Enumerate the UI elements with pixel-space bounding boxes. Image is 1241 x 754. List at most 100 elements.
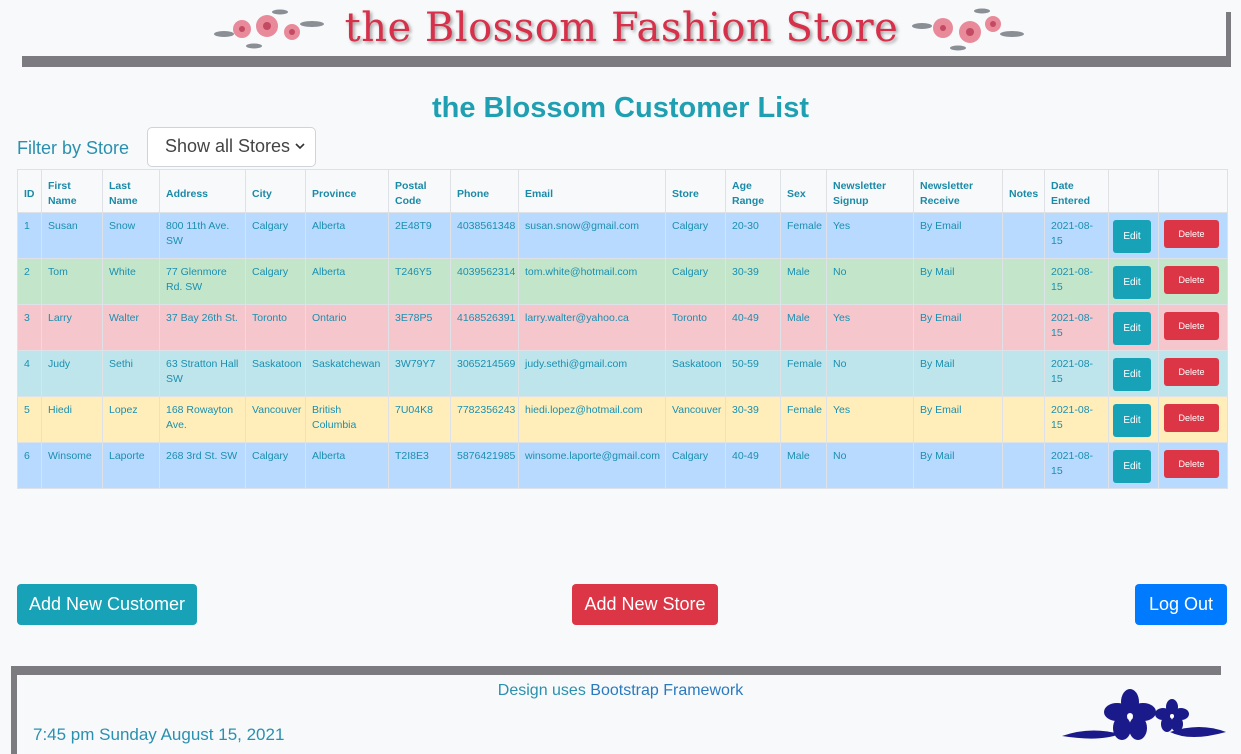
column-header: Date Entered [1044, 169, 1109, 213]
store-filter-value: Show all Stores [165, 136, 291, 156]
cell-receive: By Email [913, 304, 1003, 351]
cell-id: 5 [17, 396, 42, 443]
footer-shelf [11, 666, 1221, 675]
cell-id: 3 [17, 304, 42, 351]
cell-first: Susan [41, 212, 103, 259]
cell-notes [1002, 350, 1045, 397]
cell-phone: 4168526391 [450, 304, 519, 351]
cell-city: Calgary [245, 212, 306, 259]
cell-edit: Edit [1108, 212, 1159, 259]
cell-last: Sethi [102, 350, 160, 397]
edit-button[interactable]: Edit [1113, 358, 1151, 391]
hibiscus-logo-icon [1062, 689, 1226, 740]
column-header: Age Range [725, 169, 781, 213]
delete-button[interactable]: Delete [1164, 450, 1219, 478]
cell-id: 1 [17, 212, 42, 259]
cell-address: 268 3rd St. SW [159, 442, 246, 489]
column-header: Store [665, 169, 726, 213]
cell-delete: Delete [1158, 396, 1228, 443]
cell-last: Snow [102, 212, 160, 259]
edit-button[interactable]: Edit [1113, 312, 1151, 345]
delete-button[interactable]: Delete [1164, 404, 1219, 432]
table-row: 3 Larry Walter 37 Bay 26th St. Toronto Ontari… [17, 304, 1228, 351]
cell-id: 2 [17, 258, 42, 305]
cell-city: Calgary [245, 258, 306, 305]
column-header: Sex [780, 169, 827, 213]
cell-phone: 4038561348 [450, 212, 519, 259]
cell-email: hiedi.lopez@hotmail.com [518, 396, 666, 443]
cell-date: 2021-08-15 [1044, 442, 1109, 489]
cell-sex: Female [780, 396, 827, 443]
cell-store: Calgary [665, 212, 726, 259]
cell-last: Lopez [102, 396, 160, 443]
footer-post [11, 666, 17, 754]
column-header: Newsletter Receive [913, 169, 1003, 213]
cell-notes [1002, 304, 1045, 351]
cell-signup: Yes [826, 396, 914, 443]
column-header: Postal Code [388, 169, 451, 213]
cell-email: judy.sethi@gmail.com [518, 350, 666, 397]
column-header [1108, 169, 1159, 213]
delete-button[interactable]: Delete [1164, 358, 1219, 386]
cell-phone: 3065214569 [450, 350, 519, 397]
column-header [1158, 169, 1228, 213]
delete-button[interactable]: Delete [1164, 220, 1219, 248]
page-title: the Blossom Customer List [431, 92, 810, 124]
cell-store: Calgary [665, 442, 726, 489]
cell-province: Alberta [305, 258, 389, 305]
header-banner: the Blossom Fashion Store [22, 0, 1231, 68]
store-title: the Blossom Fashion Store [344, 5, 899, 51]
bootstrap-link[interactable]: Bootstrap Framework [590, 682, 743, 699]
cell-email: larry.walter@yahoo.ca [518, 304, 666, 351]
cell-receive: By Mail [913, 350, 1003, 397]
cell-province: Alberta [305, 212, 389, 259]
cell-age: 20-30 [725, 212, 781, 259]
cell-delete: Delete [1158, 212, 1228, 259]
cell-signup: Yes [826, 212, 914, 259]
edit-button[interactable]: Edit [1113, 404, 1151, 437]
edit-button[interactable]: Edit [1113, 220, 1151, 253]
add-store-button[interactable]: Add New Store [572, 584, 718, 625]
cell-notes [1002, 396, 1045, 443]
cell-signup: No [826, 442, 914, 489]
cell-store: Calgary [665, 258, 726, 305]
delete-button[interactable]: Delete [1164, 266, 1219, 294]
table-row: 6 Winsome Laporte 268 3rd St. SW Calgary Albe… [17, 442, 1228, 489]
cell-store: Vancouver [665, 396, 726, 443]
store-filter-select[interactable]: Show all Stores [147, 127, 316, 167]
table-row: 2 Tom White 77 Glenmore Rd. SW Calgary Albert… [17, 258, 1228, 305]
cell-age: 30-39 [725, 258, 781, 305]
cell-date: 2021-08-15 [1044, 350, 1109, 397]
footer-credit-text: Design uses [497, 682, 591, 699]
cell-city: Vancouver [245, 396, 306, 443]
cell-id: 6 [17, 442, 42, 489]
cell-store: Saskatoon [665, 350, 726, 397]
chevron-down-icon [295, 143, 305, 150]
cell-postal: T246Y5 [388, 258, 451, 305]
filter-label: Filter by Store [17, 138, 130, 158]
footer-datetime: 7:45 pm Sunday August 15, 2021 [33, 725, 285, 744]
cell-date: 2021-08-15 [1044, 258, 1109, 305]
edit-button[interactable]: Edit [1113, 266, 1151, 299]
footer-credit: Design uses Bootstrap Framework [0, 682, 1241, 700]
logout-button[interactable]: Log Out [1135, 584, 1227, 625]
cell-province: Saskatchewan [305, 350, 389, 397]
cell-receive: By Mail [913, 442, 1003, 489]
cell-city: Saskatoon [245, 350, 306, 397]
table-row: 1 Susan Snow 800 11th Ave. SW Calgary Alberta… [17, 212, 1228, 259]
cell-age: 40-49 [725, 304, 781, 351]
column-header: Newsletter Signup [826, 169, 914, 213]
cell-province: Alberta [305, 442, 389, 489]
cell-edit: Edit [1108, 304, 1159, 351]
cell-delete: Delete [1158, 442, 1228, 489]
delete-button[interactable]: Delete [1164, 312, 1219, 340]
cell-postal: 7U04K8 [388, 396, 451, 443]
banner-post [1226, 12, 1231, 67]
edit-button[interactable]: Edit [1113, 450, 1151, 483]
cell-delete: Delete [1158, 258, 1228, 305]
cell-receive: By Mail [913, 258, 1003, 305]
cell-first: Larry [41, 304, 103, 351]
cell-province: British Columbia [305, 396, 389, 443]
add-customer-button[interactable]: Add New Customer [17, 584, 197, 625]
cell-phone: 5876421985 [450, 442, 519, 489]
